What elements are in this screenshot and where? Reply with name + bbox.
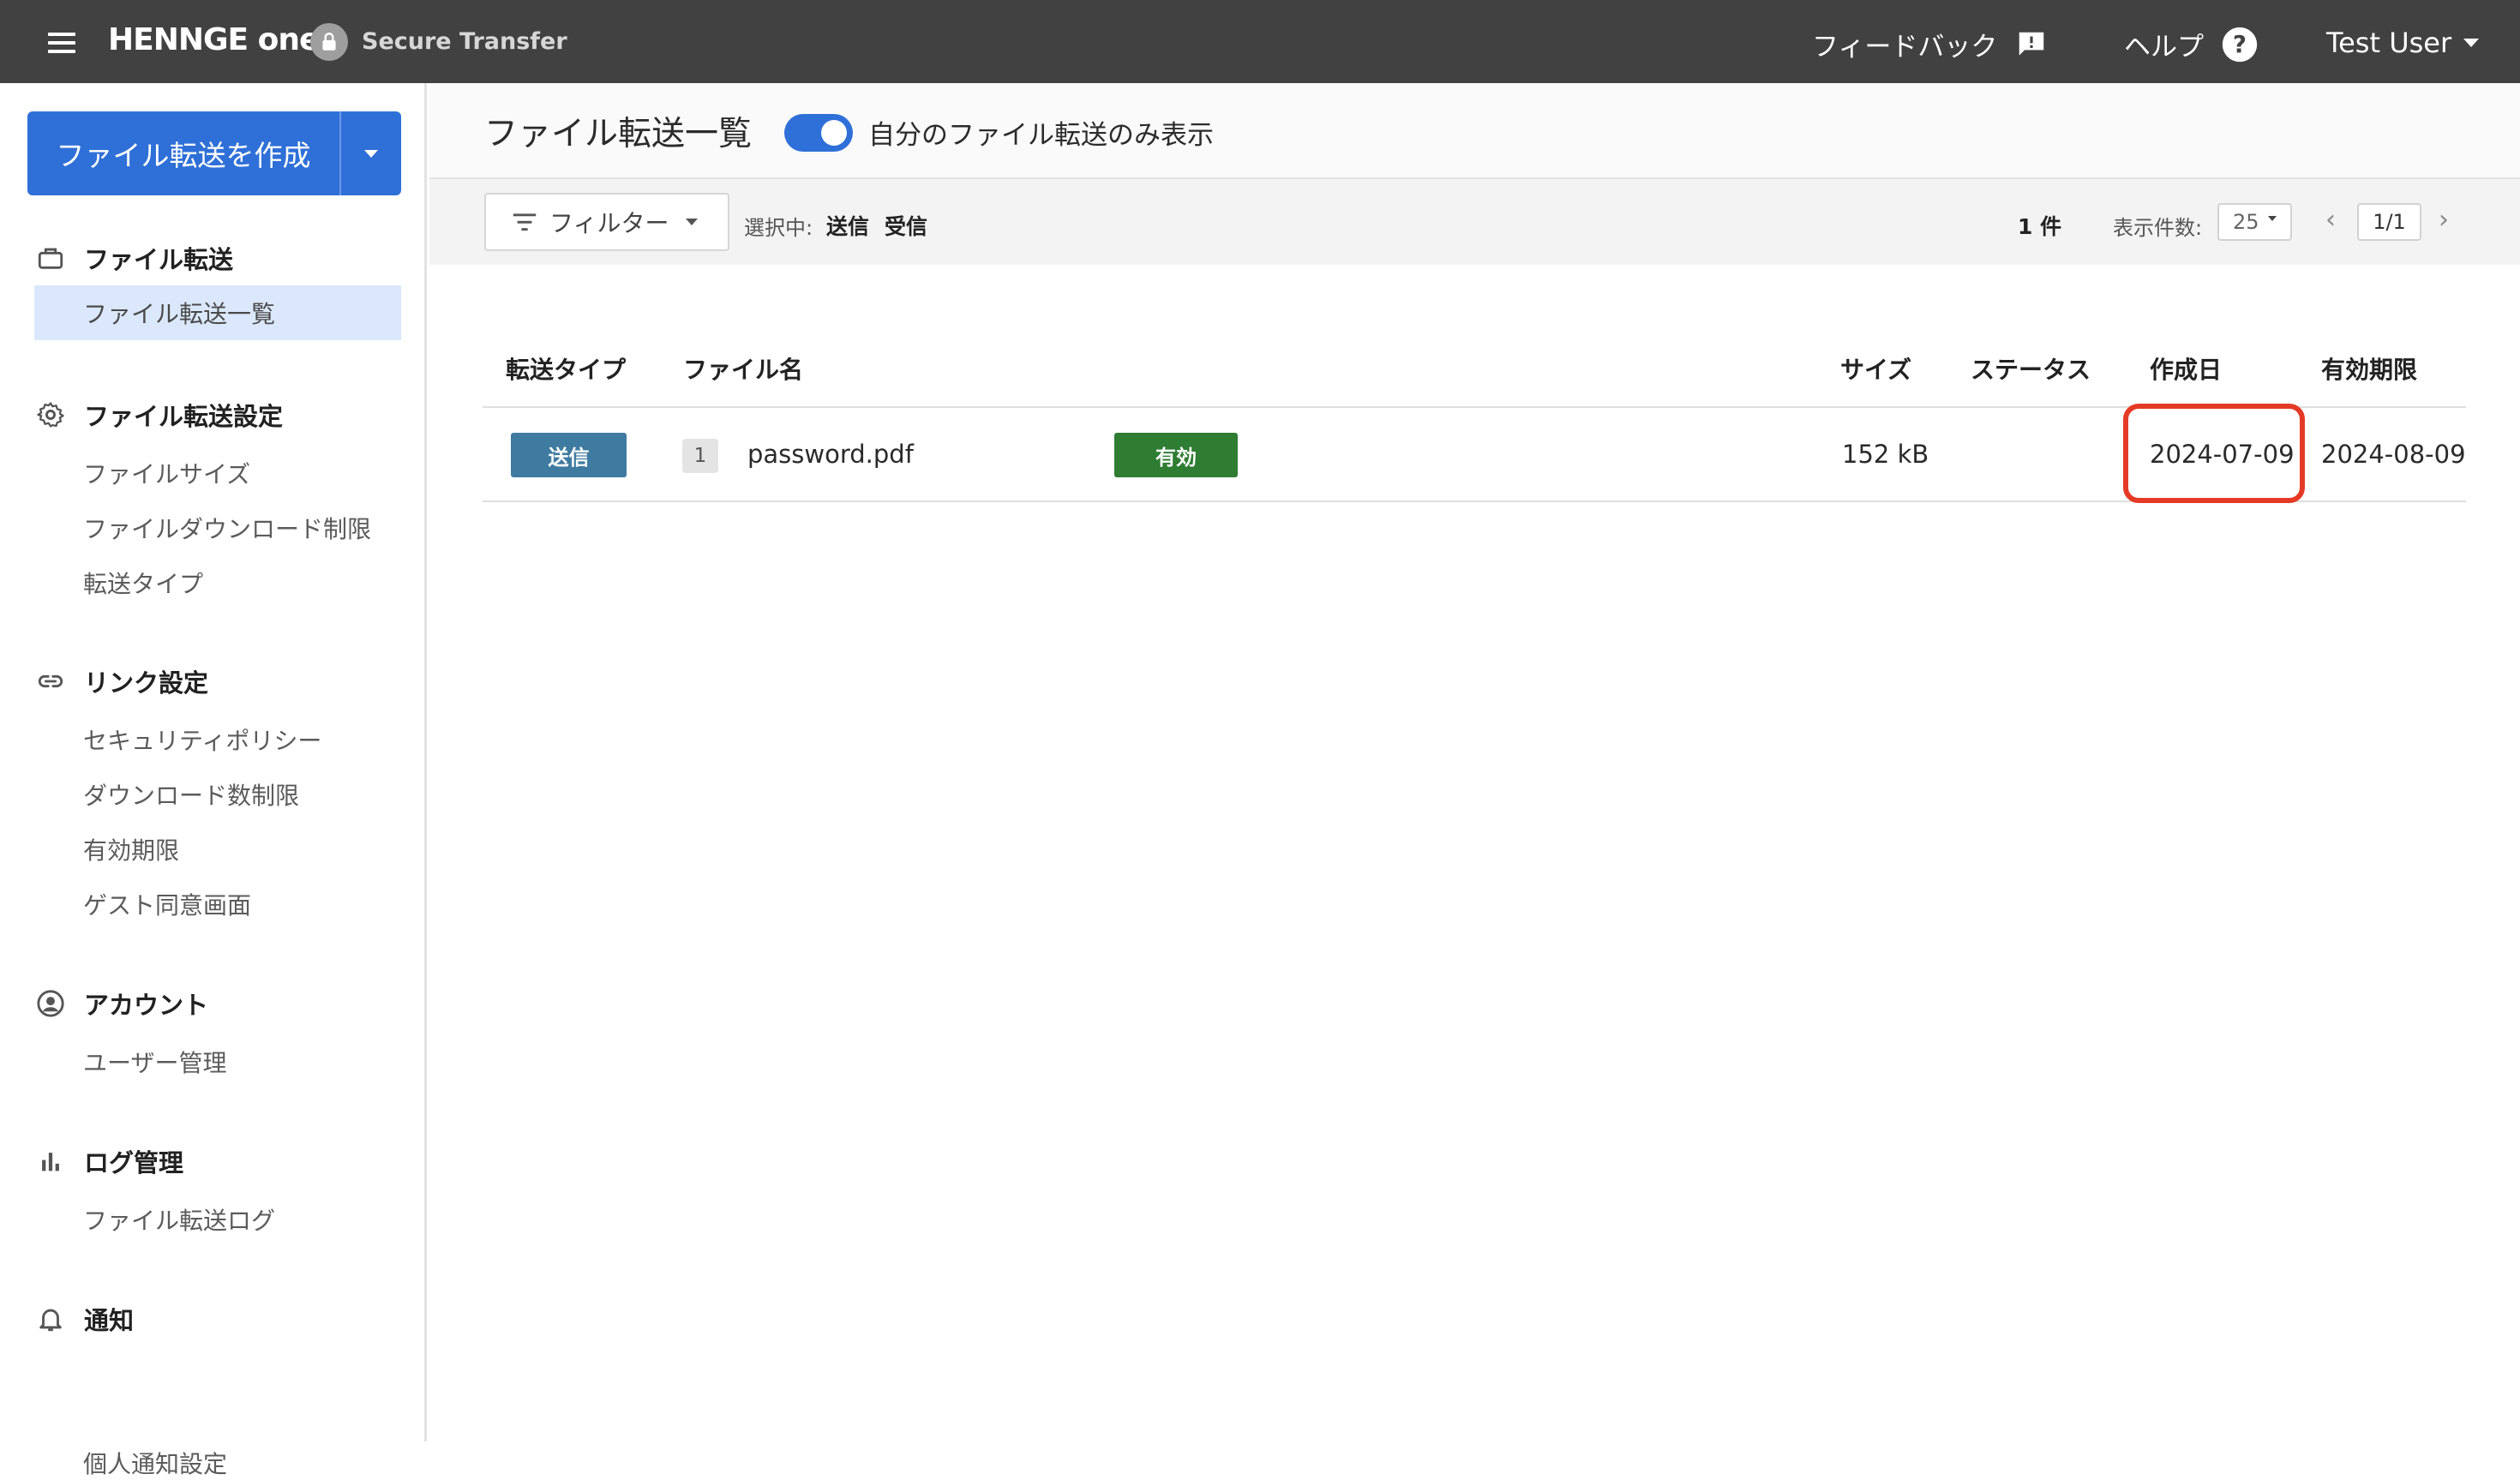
column-header-type[interactable]: 転送タイプ [506, 351, 626, 386]
transfer-type-badge: 送信 [511, 433, 627, 477]
sidebar-section-link-settings: リンク設定 [36, 663, 208, 699]
sidebar-item-file-size[interactable]: ファイルサイズ [83, 456, 250, 490]
briefcase-icon [38, 248, 63, 269]
sidebar-section-log-management: ログ管理 [36, 1143, 183, 1179]
brand-logo[interactable]: HENNGE one [108, 22, 320, 57]
create-options-dropdown[interactable] [339, 111, 401, 195]
filter-button[interactable]: フィルター [484, 193, 729, 251]
filter-icon [513, 213, 537, 231]
menu-icon[interactable] [48, 33, 75, 53]
list-toolbar: フィルター 選択中: 送信 受信 1 件 表示件数: 25 ‹ 1/1 › [429, 179, 2520, 265]
sidebar-section-title: 通知 [84, 1306, 135, 1335]
sidebar-section-title: ファイル転送 [84, 245, 234, 274]
feedback-label: フィードバック [1812, 32, 1998, 63]
file-size: 152 kB [1842, 440, 1929, 469]
create-transfer-button[interactable]: ファイル転送を作成 [27, 111, 339, 195]
product-name: Secure Transfer [362, 28, 567, 55]
column-header-file-name[interactable]: ファイル名 [683, 351, 803, 386]
table-header-divider [483, 406, 2466, 408]
status-badge: 有効 [1114, 433, 1238, 477]
svg-text:?: ? [2233, 31, 2247, 58]
create-transfer-split-button: ファイル転送を作成 [27, 111, 401, 195]
per-page-select[interactable]: 25 [2217, 203, 2292, 241]
file-count-badge: 1 [682, 439, 718, 473]
sidebar-item-transfer-list[interactable]: ファイル転送一覧 [34, 285, 401, 340]
sidebar-item-user-management[interactable]: ユーザー管理 [83, 1045, 226, 1079]
user-menu[interactable]: Test User [2326, 27, 2480, 59]
sidebar-item-expiration[interactable]: 有効期限 [83, 832, 179, 866]
filter-label: フィルター [549, 209, 669, 237]
gear-icon [37, 402, 64, 428]
toggle-label: 自分のファイル転送のみ表示 [868, 120, 1214, 151]
help-icon: ? [2222, 27, 2258, 62]
column-header-status[interactable]: ステータス [1971, 351, 2091, 386]
sidebar-section-file-transfer: ファイル転送 [36, 240, 233, 276]
page-indicator: 1/1 [2357, 203, 2421, 241]
bar-chart-icon [42, 1153, 59, 1171]
sidebar-item-security-policy[interactable]: セキュリティポリシー [83, 722, 321, 757]
help-button[interactable]: ヘルプ ? [2124, 25, 2259, 63]
sidebar-item-download-limit[interactable]: ファイルダウンロード制限 [83, 511, 371, 545]
chevron-down-icon [686, 219, 699, 225]
column-header-size[interactable]: サイズ [1840, 351, 1911, 386]
table-row-divider [483, 500, 2466, 502]
expiration-date: 2024-08-09 [2321, 440, 2466, 469]
sidebar-section-title: ログ管理 [84, 1148, 184, 1177]
per-page-value: 25 [2233, 210, 2259, 234]
selected-tag-send: 送信 [826, 214, 870, 239]
feedback-icon [2019, 32, 2044, 56]
sidebar-item-transfer-type[interactable]: 転送タイプ [83, 566, 203, 600]
page-title-bar: ファイル転送一覧 自分のファイル転送のみ表示 [429, 83, 2520, 179]
bell-icon [39, 1309, 62, 1332]
page-title: ファイル転送一覧 [484, 115, 753, 153]
table-row[interactable]: 送信 1 password.pdf 152 kB 有効 2024-07-09 2… [483, 409, 2466, 500]
created-date: 2024-07-09 [2150, 440, 2295, 469]
column-header-expires[interactable]: 有効期限 [2321, 351, 2417, 386]
chevron-down-icon [2267, 216, 2277, 221]
account-circle-icon [37, 990, 64, 1017]
secure-transfer-icon [310, 23, 348, 61]
top-bar: HENNGE one Secure Transfer フィードバック ヘルプ ?… [0, 0, 2520, 83]
sidebar-section-notifications: 通知 [36, 1301, 134, 1337]
sidebar-item-guest-consent[interactable]: ゲスト同意画面 [83, 887, 251, 921]
column-header-created[interactable]: 作成日 [2150, 351, 2222, 386]
toggle-knob [821, 120, 847, 146]
per-page-label: 表示件数: [2113, 216, 2203, 240]
help-label: ヘルプ [2124, 32, 2204, 63]
my-transfers-only-toggle[interactable] [784, 114, 853, 152]
selected-label: 選択中: [744, 216, 813, 240]
chevron-left-icon[interactable]: ‹ [2325, 205, 2336, 235]
link-icon [38, 674, 63, 688]
chevron-down-icon [2463, 39, 2480, 47]
chevron-down-icon [364, 149, 378, 158]
sidebar-section-title: ファイル転送設定 [84, 402, 284, 431]
sidebar-section-title: アカウント [84, 991, 209, 1020]
sidebar-section-transfer-settings: ファイル転送設定 [36, 397, 283, 433]
sidebar: ファイル転送を作成 ファイル転送 ファイル転送一覧 ファイル転送設定 ファイルサ… [0, 83, 427, 1478]
result-count: 1 件 [2018, 214, 2062, 239]
file-name[interactable]: password.pdf [747, 440, 914, 469]
sidebar-section-title: リンク設定 [84, 668, 209, 698]
sidebar-item-transfer-log[interactable]: ファイル転送ログ [83, 1202, 275, 1237]
sidebar-item-download-count-limit[interactable]: ダウンロード数制限 [83, 777, 299, 812]
sidebar-section-account: アカウント [36, 986, 208, 1022]
chevron-right-icon[interactable]: › [2439, 205, 2449, 235]
selected-tag-receive: 受信 [885, 214, 928, 239]
user-name: Test User [2326, 27, 2452, 59]
feedback-button[interactable]: フィードバック [1812, 25, 2049, 63]
sidebar-item-personal-notifications[interactable]: 個人通知設定 [83, 1446, 227, 1480]
